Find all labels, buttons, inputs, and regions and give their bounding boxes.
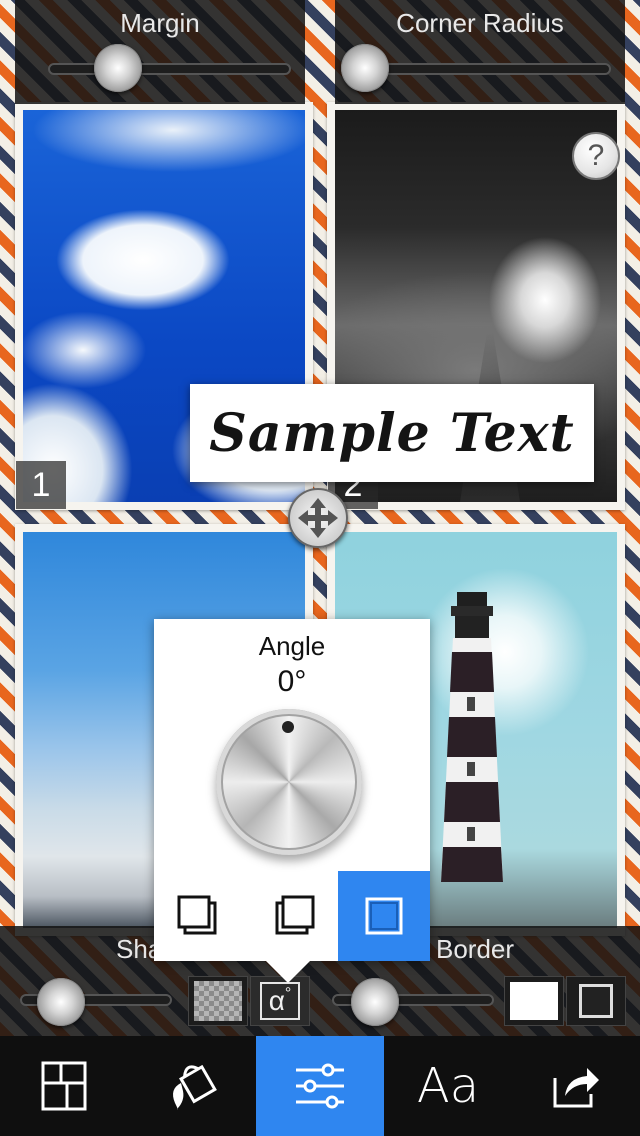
shadow-style-none[interactable] — [338, 871, 430, 961]
angle-value: 0° — [277, 665, 307, 698]
tab-background[interactable] — [128, 1036, 256, 1136]
sample-text-overlay[interactable]: Sample Text — [190, 384, 594, 482]
layout-grid-icon — [41, 1061, 87, 1111]
tab-share[interactable] — [512, 1036, 640, 1136]
help-button[interactable]: ? — [572, 132, 620, 180]
alpha-symbol: α — [268, 985, 285, 1016]
white-swatch-icon — [510, 982, 558, 1020]
bottom-tab-bar: Aa — [0, 1036, 640, 1136]
move-arrows-icon — [298, 498, 338, 538]
corner-radius-label: Corner Radius — [396, 8, 564, 38]
photo-number-badge-1: 1 — [16, 461, 66, 509]
tab-adjust[interactable] — [256, 1036, 384, 1136]
text-aa-icon: Aa — [416, 1058, 480, 1114]
border-black-button[interactable] — [566, 976, 626, 1026]
shadow-angle-button[interactable]: α ° — [250, 976, 310, 1026]
checkerboard-icon — [194, 981, 242, 1021]
shadow-style-left[interactable] — [154, 871, 246, 961]
lighthouse-graphic — [441, 592, 503, 882]
corner-radius-slider-knob[interactable] — [341, 44, 389, 92]
angle-dial[interactable] — [216, 709, 362, 855]
paint-bucket-icon — [173, 1064, 217, 1110]
margin-slider-panel: Margin — [15, 0, 305, 104]
shadow-style-right[interactable] — [246, 871, 338, 961]
margin-slider-track[interactable] — [48, 63, 291, 75]
shadow-slider-knob[interactable] — [37, 978, 86, 1026]
margin-slider-knob[interactable] — [93, 44, 142, 92]
move-handle[interactable] — [288, 488, 348, 548]
shadow-flat-icon — [365, 897, 403, 935]
border-slider-knob[interactable] — [351, 978, 400, 1026]
angle-popup: Angle 0° — [154, 619, 430, 983]
tab-text[interactable]: Aa — [384, 1036, 512, 1136]
angle-title: Angle — [258, 631, 326, 661]
alpha-degree-icon: α ° — [260, 982, 300, 1020]
degree-mark: ° — [284, 985, 292, 1002]
black-swatch-icon — [579, 984, 613, 1018]
share-icon — [553, 1068, 599, 1108]
border-white-button[interactable] — [504, 976, 564, 1026]
shadow-transparent-button[interactable] — [188, 976, 248, 1026]
sliders-icon — [296, 1063, 344, 1109]
border-label: Border — [436, 934, 515, 964]
margin-label: Margin — [120, 8, 200, 38]
shadow-offset-left-icon — [177, 895, 217, 935]
corner-radius-slider-panel: Corner Radius — [335, 0, 625, 104]
tab-layout[interactable] — [0, 1036, 128, 1136]
dial-indicator-dot — [282, 721, 294, 733]
shadow-offset-right-icon — [275, 895, 315, 935]
